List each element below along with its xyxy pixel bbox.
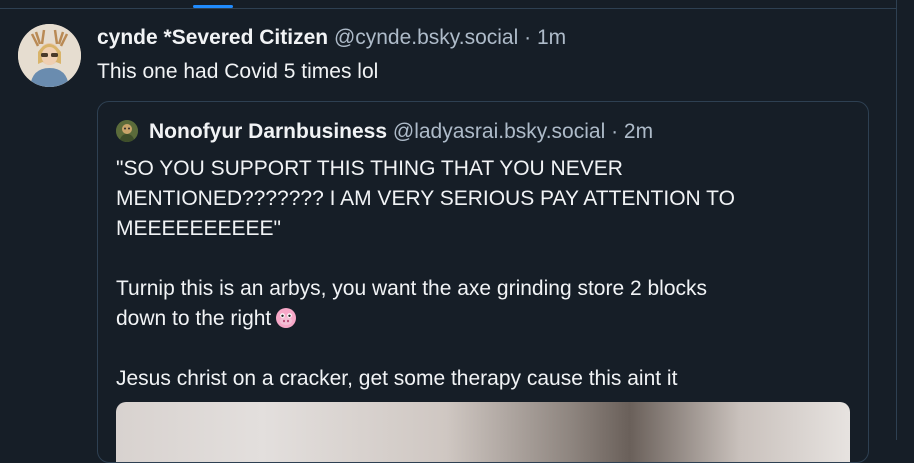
quote-separator-dot: ·	[611, 120, 619, 143]
post-timestamp[interactable]: 1m	[537, 26, 566, 49]
quote-line: Jesus christ on a cracker, get some ther…	[116, 367, 678, 390]
feed-right-border	[896, 0, 897, 440]
quote-header: Nonofyur Darnbusiness @ladyasrai.bsky.so…	[149, 119, 653, 145]
quote-line: Turnip this is an arbys, you want the ax…	[116, 277, 708, 300]
separator-dot: ·	[524, 26, 532, 49]
quote-line: MENTIONED??????? I AM VERY SERIOUS PAY A…	[116, 187, 735, 210]
avatar[interactable]	[18, 24, 81, 87]
quote-line: "SO YOU SUPPORT THIS THING THAT YOU NEVE…	[116, 157, 623, 180]
author-display-name[interactable]: cynde *Severed Citizen	[97, 26, 328, 49]
author-handle[interactable]: @cynde.bsky.social	[334, 26, 518, 49]
quote-author-display-name[interactable]: Nonofyur Darnbusiness	[149, 120, 387, 143]
face-emoji-icon	[275, 307, 297, 329]
active-tab-indicator	[193, 5, 233, 8]
feed-post[interactable]: cynde *Severed Citizen @cynde.bsky.socia…	[0, 9, 896, 463]
quote-avatar	[116, 120, 138, 142]
quote-timestamp[interactable]: 2m	[624, 120, 653, 143]
quote-line-text: down to the right	[116, 307, 272, 330]
post-text: This one had Covid 5 times lol	[97, 60, 379, 83]
quote-author-handle[interactable]: @ladyasrai.bsky.social	[393, 120, 605, 143]
quote-text: "SO YOU SUPPORT THIS THING THAT YOU NEVE…	[116, 154, 816, 394]
post-header: cynde *Severed Citizen @cynde.bsky.socia…	[97, 25, 566, 51]
quoted-post[interactable]: Nonofyur Darnbusiness @ladyasrai.bsky.so…	[97, 101, 869, 463]
quote-line: down to the right	[116, 304, 816, 334]
quote-line: MEEEEEEEEEE"	[116, 217, 282, 240]
embedded-image[interactable]	[116, 402, 850, 462]
